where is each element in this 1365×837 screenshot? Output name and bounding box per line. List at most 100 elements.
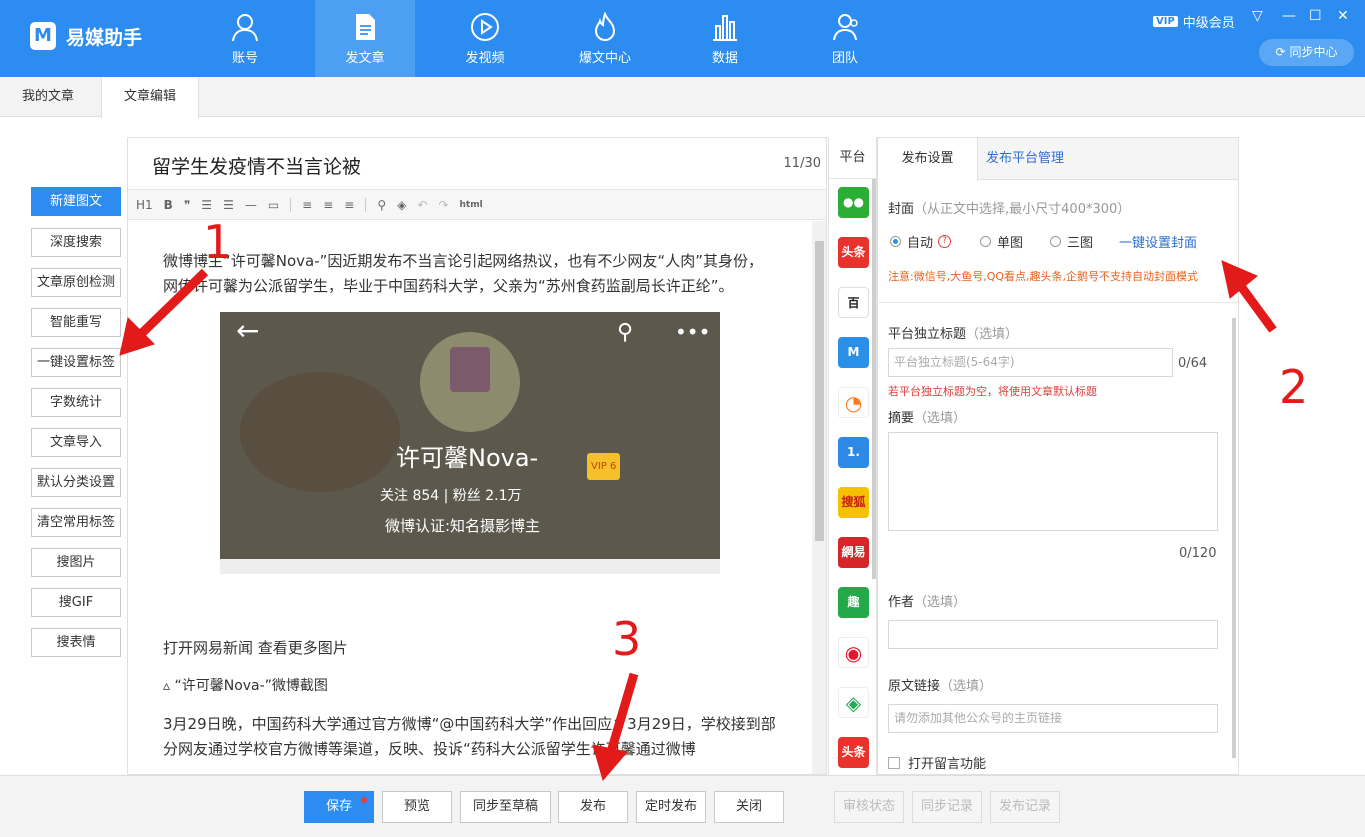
platform-header: 平台 [829,137,876,179]
radio-dot [890,236,901,247]
vip-status[interactable]: VIP 中级会员 [1153,12,1235,31]
eraser-icon[interactable]: ◈ [397,198,406,212]
html-source-button[interactable]: html [460,200,483,210]
nav-team[interactable]: 团队 [795,0,895,77]
checkbox[interactable] [888,756,900,769]
sync-log-button[interactable]: 同步记录 [912,791,982,823]
nav-hot-articles[interactable]: 爆文中心 [555,0,655,77]
image-icon[interactable]: ▭ [268,198,279,212]
tab-my-articles[interactable]: 我的文章 [0,77,96,117]
weibo-follow-stats: 关注 854 | 粉丝 2.1万 [380,488,522,504]
baijia-icon[interactable]: 百 [838,287,869,318]
close-icon[interactable]: ✕ [1337,8,1349,24]
netease-icon[interactable]: 網易 [838,537,869,568]
settings-tabs: 发布设置 发布平台管理 [878,138,1238,181]
radio-triple[interactable]: 三图 [1050,232,1093,251]
new-article-button[interactable]: 新建图文 [31,187,121,216]
top-bar: M 易媒助手 账号 发文章 发视频 爆文中心 数据 团队 VIP 中级会员 ▽ … [0,0,1365,77]
tab-publish-settings[interactable]: 发布设置 [878,138,978,181]
set-tags-button[interactable]: 一键设置标签 [31,348,121,377]
dropdown-icon[interactable]: ▽ [1252,8,1263,24]
heading-icon[interactable]: H1 [136,198,153,212]
align-right-icon[interactable]: ≡ [344,198,354,212]
sync-center-button[interactable]: ⟳ 同步中心 [1259,39,1354,66]
bold-icon[interactable]: B [164,198,173,212]
tab-article-edit[interactable]: 文章编辑 [101,77,200,118]
title-note: 若平台独立标题为空，将使用文章默认标题 [888,385,1097,398]
bar-chart-icon [713,15,737,41]
nav-data[interactable]: 数据 [675,0,775,77]
divider-icon[interactable]: — [245,198,257,212]
article-image[interactable]: ← ⚲ ••• 许可馨Nova- VIP 6 关注 854 | 粉丝 2.1万 … [220,312,720,574]
article-title-input[interactable]: 留学生发疫情不当言论被 [152,152,361,179]
publish-button[interactable]: 发布 [558,791,628,823]
undo-icon[interactable]: ↶ [417,198,427,212]
radio-auto[interactable]: 自动 ? [890,232,952,251]
radio-single[interactable]: 单图 [980,232,1023,251]
nav-publish-video[interactable]: 发视频 [435,0,535,77]
author-input[interactable] [888,620,1218,649]
schedule-publish-button[interactable]: 定时发布 [636,791,706,823]
dayu-icon[interactable]: M [838,337,869,368]
save-button[interactable]: 保存 [304,791,374,823]
preview-button[interactable]: 预览 [382,791,452,823]
unsaved-indicator [361,797,367,803]
import-article-button[interactable]: 文章导入 [31,428,121,457]
help-icon[interactable]: ? [938,235,952,248]
article-body[interactable]: 微博博主“许可馨Nova-”因近期发布不当言论引起网络热议，也有不少网友“人肉”… [128,221,812,774]
title-count: 11/30 [783,156,821,171]
close-button[interactable]: 关闭 [714,791,784,823]
set-cover-link[interactable]: 一键设置封面 [1119,232,1197,251]
nav-publish-article[interactable]: 发文章 [315,0,415,77]
qutoutiao-icon[interactable]: 趣 [838,587,869,618]
comment-toggle[interactable]: 打开留言功能 [888,753,986,772]
redo-icon[interactable]: ↷ [438,198,448,212]
title-row: 留学生发疫情不当言论被 11/30 [128,138,826,190]
wechat-icon[interactable]: ●● [838,187,869,218]
summary-textarea[interactable] [888,432,1218,531]
toolbar-separator [290,197,292,212]
annotation-number-3: 3 [612,612,642,666]
team-icon [833,14,858,41]
align-left-icon[interactable]: ≡ [302,198,312,212]
quote-icon[interactable]: ❞ [184,198,190,212]
publish-log-button[interactable]: 发布记录 [990,791,1060,823]
nav-account[interactable]: 账号 [195,0,295,77]
deep-search-button[interactable]: 深度搜索 [31,228,121,257]
ordered-list-icon[interactable]: ☰ [201,198,212,212]
find-icon[interactable]: ⚲ [377,198,386,212]
maximize-icon[interactable]: ☐ [1309,8,1322,24]
tab-platform-management[interactable]: 发布平台管理 [986,138,1064,180]
platform-title-input[interactable]: 平台独立标题(5-64字) [888,348,1173,377]
weibo-verified: 微博认证:知名摄影博主 [385,517,541,535]
search-gif-button[interactable]: 搜GIF [31,588,121,617]
minimize-icon[interactable]: — [1282,8,1296,24]
search-emoji-button[interactable]: 搜表情 [31,628,121,657]
toutiao2-icon[interactable]: 头条 [838,737,869,768]
paragraph: 微博博主“许可馨Nova-”因近期发布不当言论引起网络热议，也有不少网友“人肉”… [163,252,763,295]
word-count-button[interactable]: 字数统计 [31,388,121,417]
default-category-button[interactable]: 默认分类设置 [31,468,121,497]
toutiao-icon[interactable]: 头条 [838,237,869,268]
source-link-input[interactable]: 请勿添加其他公众号的主页链接 [888,704,1218,733]
settings-scrollbar[interactable] [1232,318,1236,758]
editor-toolbar: H1 B ❞ ☰ ☰ — ▭ ≡ ≡ ≡ ⚲ ◈ ↶ ↷ html [128,190,826,220]
align-center-icon[interactable]: ≡ [323,198,333,212]
search-images-button[interactable]: 搜图片 [31,548,121,577]
yidian-icon[interactable]: 1. [838,437,869,468]
penguin-icon[interactable]: ◈ [838,687,869,718]
weibo-icon[interactable]: ◉ [838,637,869,668]
platform-scrollbar[interactable] [872,179,876,579]
scroll-thumb[interactable] [815,241,824,541]
clear-tags-button[interactable]: 清空常用标签 [31,508,121,537]
editor-scrollbar[interactable] [812,221,826,774]
unordered-list-icon[interactable]: ☰ [223,198,234,212]
review-status-button[interactable]: 审核状态 [834,791,904,823]
originality-check-button[interactable]: 文章原创检测 [31,268,121,297]
paragraph: 3月29日晚，中国药科大学通过官方微博“@中国药科大学”作出回应：3月29日，学… [163,715,776,758]
sync-draft-button[interactable]: 同步至草稿 [460,791,551,823]
qq-kandian-icon[interactable]: ◔ [838,387,869,418]
smart-rewrite-button[interactable]: 智能重写 [31,308,121,337]
toolbar-separator [365,197,367,212]
sohu-icon[interactable]: 搜狐 [838,487,869,518]
